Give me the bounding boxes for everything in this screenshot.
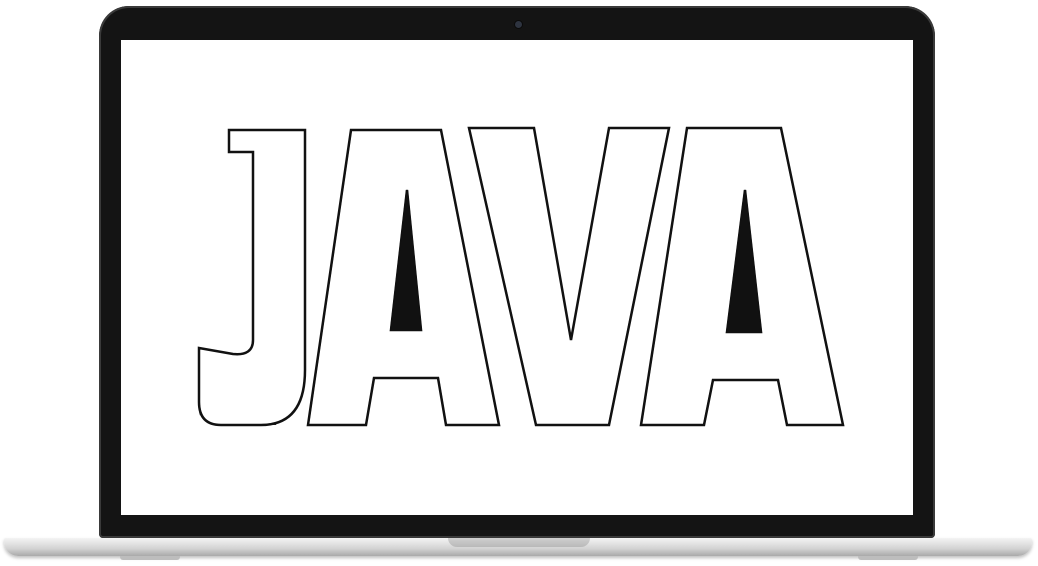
webcam-icon <box>515 21 522 28</box>
laptop-foot-left <box>120 556 180 560</box>
laptop-screen: void convertFile(final SyntaxNode sn) th… <box>121 40 913 515</box>
laptop-foot-right <box>858 556 918 560</box>
screen-mask <box>121 40 913 515</box>
laptop-base-notch <box>448 538 590 547</box>
java-logo-lettering <box>121 40 913 515</box>
